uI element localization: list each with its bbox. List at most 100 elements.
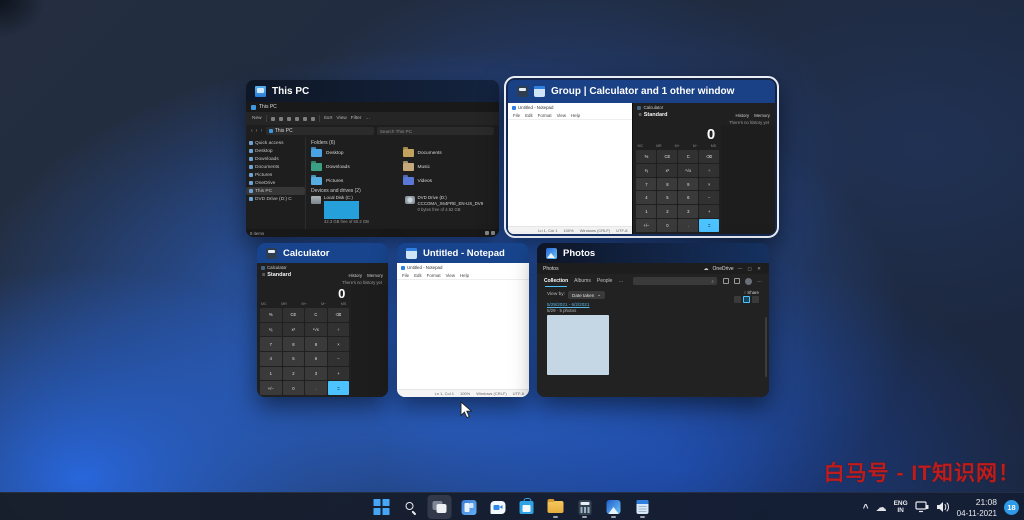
paste-icon [286, 116, 291, 121]
calc-key: = [327, 381, 350, 395]
dvd-icon [404, 196, 415, 204]
folder-tile: Documents [402, 147, 495, 159]
thumbnail-group-snap[interactable]: Group | Calculator and 1 other window Un… [504, 76, 779, 238]
notepad-icon [636, 500, 649, 514]
see-more-icon: … [757, 278, 762, 284]
notepad-status-segment: UTF-8 [616, 228, 628, 233]
calc-key: 3 [678, 205, 699, 219]
file-explorer-button[interactable] [544, 495, 568, 519]
explorer-sidebar-item: Downloads [246, 155, 305, 163]
delete-icon [310, 116, 315, 121]
view-by-dropdown: Date taken ⌄ [568, 291, 606, 299]
calculator-icon [578, 499, 591, 515]
photos-preview: Photos ☁ OneDrive — ▢ ✕ Collection Albums… [537, 263, 769, 397]
calc-key: 9 [678, 177, 699, 191]
system-tray: ^ ☁ ENG IN 21:08 04-11-2021 18 [863, 493, 1019, 520]
calc-key: + [327, 366, 350, 381]
calc-key: 0 [657, 219, 678, 232]
thumbnail-calculator[interactable]: Calculator Calculator ≡ Standard History … [257, 243, 388, 397]
explorer-window-icon [251, 104, 256, 110]
clock[interactable]: 21:08 04-11-2021 [957, 496, 997, 519]
running-indicator [640, 515, 645, 518]
thumbnail-photos[interactable]: Photos Photos ☁ OneDrive — ▢ ✕ Collectio… [537, 243, 769, 397]
explorer-sidebar-item: Pictures [246, 171, 305, 179]
date-range-link: 5/29/2021 - 6/2/2021 [547, 302, 590, 307]
notepad-menu-item: Edit [525, 113, 533, 118]
thumbnail-notepad-header: Untitled - Notepad [397, 243, 529, 263]
memory-tab: Memory [367, 272, 383, 278]
volume-icon[interactable] [936, 501, 950, 513]
thumbnail-this-pc-header: This PC [246, 80, 499, 102]
search-button[interactable] [399, 495, 423, 519]
notepad-menu-item: Help [571, 113, 581, 118]
calc-memory-key: M+ [674, 144, 680, 148]
notepad-text-area [508, 120, 633, 226]
chat-button[interactable] [486, 495, 510, 519]
folder-icon [311, 175, 322, 185]
calc-key: . [305, 381, 327, 395]
notepad-text-area [397, 280, 529, 389]
folder-tile: Downloads [311, 161, 403, 173]
calc-memory-key: MC [261, 302, 267, 306]
calc-key: = [699, 219, 720, 232]
notepad-status-segment: Windows (CRLF) [476, 391, 507, 396]
notepad-menu-item: Format [537, 113, 552, 118]
thumbnail-this-pc-title: This PC [272, 85, 310, 97]
calculator-preview: Calculator ≡ Standard History Memory Ther… [257, 263, 388, 397]
task-view-button[interactable] [427, 495, 452, 519]
local-disk-tile: Local Disk (C:) 42.3 GB free of 50.2 GB [311, 195, 401, 224]
share-icon [302, 116, 307, 121]
back-icon: ‹ [251, 128, 253, 134]
thumbnail-group-header: Group | Calculator and 1 other window [508, 80, 775, 103]
calc-keypad: % CE C ⌫ ¹⁄ₓ x² ²√x ÷ 7 8 9 × 4 5 6− 1 2 3 + +/− 0. = [636, 150, 720, 232]
explorer-sidebar: Quick access Desktop Downloads Documents… [246, 137, 306, 229]
store-icon [519, 497, 534, 514]
language-indicator[interactable]: ENG IN [894, 500, 908, 514]
breadcrumb: This PC [265, 127, 374, 135]
no-history-text: There's no history yet [342, 280, 382, 285]
folder-icon [402, 175, 414, 185]
mouse-cursor [460, 401, 473, 419]
calc-key: 2 [282, 366, 305, 381]
history-tab: History [348, 272, 363, 278]
copy-icon [278, 116, 283, 121]
calc-key: 1 [636, 205, 657, 219]
store-button[interactable] [515, 495, 539, 519]
tray-overflow-button[interactable]: ^ [863, 503, 869, 514]
start-button[interactable] [370, 495, 394, 519]
folders-header: Folders (6) [311, 140, 336, 146]
notepad-button[interactable] [631, 495, 655, 519]
thumbnail-this-pc[interactable]: This PC This PC New Sort View Filter … ‹… [246, 80, 499, 237]
calc-memory-key: M− [692, 144, 698, 148]
rename-icon [294, 116, 299, 121]
import-icon [723, 278, 729, 284]
more-button: … [365, 116, 371, 121]
onedrive-tray-icon[interactable]: ☁ [876, 501, 887, 514]
thumbnail-notepad[interactable]: Untitled - Notepad Untitled - Notepad Fi… [397, 243, 529, 397]
photo-group-count: 5/29 · 5 photos [547, 308, 577, 313]
network-icon[interactable] [915, 501, 929, 513]
calc-key: 9 [305, 337, 327, 351]
list-view-icon [485, 231, 489, 235]
notepad-preview: Untitled - Notepad File Edit Format View Hel… [397, 263, 529, 397]
this-pc-icon [255, 85, 266, 97]
photos-button[interactable] [602, 495, 626, 519]
view-button: View [336, 116, 347, 121]
calculator-button[interactable] [573, 495, 597, 519]
calc-key: × [699, 177, 720, 191]
calc-key: 8 [657, 177, 678, 191]
explorer-sidebar-item: Documents [246, 163, 305, 171]
calc-memory-key: M+ [301, 302, 307, 306]
disk-usage-bar [324, 201, 369, 219]
notification-badge[interactable]: 18 [1004, 499, 1019, 515]
devices-header: Devices and drives (2) [311, 188, 361, 194]
notepad-status-segment: UTF-8 [512, 391, 524, 396]
icons-view-icon [491, 231, 495, 235]
calc-key: +/− [636, 219, 657, 232]
notepad-menu-bar: File Edit Format View Help [508, 112, 633, 120]
calc-display: 0 [706, 126, 716, 143]
view-by-label: View by: [547, 292, 566, 297]
calc-key: CE [282, 308, 305, 322]
forward-icon: › [255, 128, 258, 134]
widgets-button[interactable] [457, 495, 481, 519]
